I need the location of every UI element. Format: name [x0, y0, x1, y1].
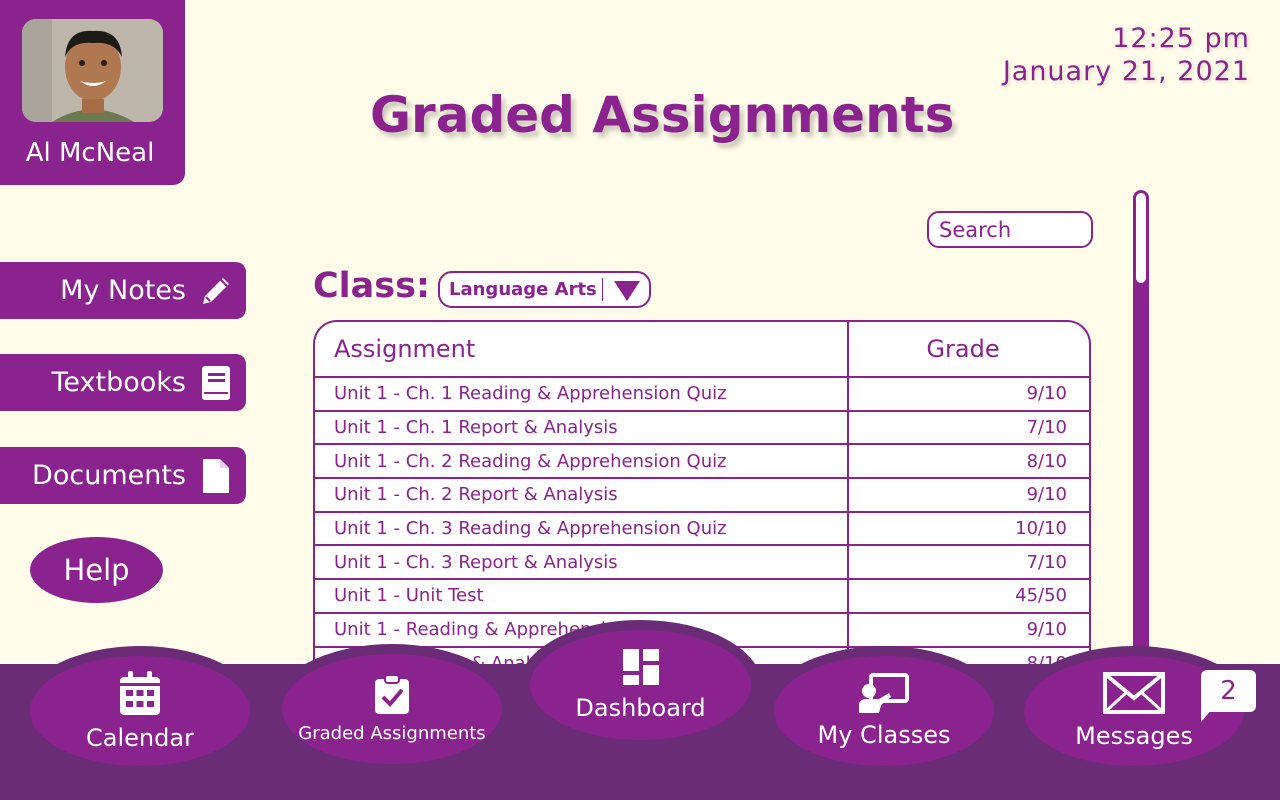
sidebar-item-label: My Notes: [60, 275, 186, 306]
search-input[interactable]: [927, 211, 1093, 248]
profile-card[interactable]: Al McNeal: [0, 0, 185, 185]
page-title: Graded Assignments: [370, 86, 955, 144]
envelope-icon: [1103, 672, 1165, 718]
document-icon: [198, 458, 234, 494]
table-row[interactable]: Unit 1 - Ch. 2 Reading & Apprehension Qu…: [315, 445, 1089, 480]
table-row[interactable]: Unit 1 - Ch. 2 Report & Analysis 9/10: [315, 479, 1089, 513]
sidebar-item-label: Documents: [32, 460, 186, 491]
cell-grade: 7/10: [1026, 417, 1067, 439]
nav-label: Graded Assignments: [298, 722, 486, 744]
cell-grade: 10/10: [1015, 518, 1067, 540]
cell-grade: 9/10: [1026, 383, 1067, 405]
nav-label: Messages: [1075, 722, 1193, 750]
cell-grade: 9/10: [1026, 484, 1067, 506]
table-header: Assignment Grade: [315, 322, 1089, 378]
table-row[interactable]: Unit 1 - Ch. 1 Report & Analysis 7/10: [315, 411, 1089, 446]
cell-assignment: Unit 1 - Ch. 2 Report & Analysis: [315, 479, 849, 511]
messages-count-badge: 2: [1201, 670, 1256, 712]
avatar: [22, 19, 163, 122]
clock-date: January 21, 2021: [1002, 56, 1250, 87]
nav-label: Calendar: [86, 724, 194, 752]
class-select-value: Language Arts: [449, 279, 597, 300]
class-label: Class:: [313, 266, 430, 306]
sidebar-item-documents[interactable]: Documents: [0, 447, 246, 504]
badge-tail: [1201, 708, 1213, 722]
dashboard-icon: [622, 648, 660, 690]
profile-name: Al McNeal: [25, 138, 155, 168]
table-row[interactable]: Unit 1 - Ch. 3 Reading & Apprehension Qu…: [315, 512, 1089, 547]
teacher-board-icon: [859, 673, 909, 717]
cell-grade: 7/10: [1026, 551, 1067, 573]
select-divider: [602, 278, 603, 301]
table-row[interactable]: Unit 1 - Ch. 3 Report & Analysis 7/10: [315, 546, 1089, 581]
clipboard-check-icon: [374, 673, 410, 719]
book-icon: [198, 365, 234, 401]
table-row[interactable]: Unit 1 - Ch. 1 Reading & Apprehension Qu…: [315, 378, 1089, 412]
assignments-table: Assignment Grade Unit 1 - Ch. 1 Reading …: [313, 320, 1091, 664]
cell-grade: 45/50: [1015, 585, 1067, 607]
table-row[interactable]: Unit 1 - Unit Test 45/50: [315, 580, 1089, 614]
cell-assignment: Unit 1 - Ch. 3 Report & Analysis: [315, 546, 849, 579]
nav-graded-assignments[interactable]: Graded Assignments: [282, 654, 502, 764]
help-button[interactable]: Help: [30, 537, 163, 603]
sidebar-item-label: Textbooks: [51, 367, 187, 398]
nav-dashboard[interactable]: Dashboard: [530, 630, 751, 740]
nav-my-classes[interactable]: My Classes: [774, 656, 994, 766]
nav-calendar[interactable]: Calendar: [30, 656, 250, 766]
class-select[interactable]: Language Arts: [438, 271, 651, 308]
cell-grade: 8/10: [1026, 450, 1067, 472]
cell-assignment: Unit 1 - Ch. 2 Reading & Apprehension Qu…: [315, 445, 849, 478]
header-assignment[interactable]: Assignment: [315, 322, 849, 376]
nav-label: Dashboard: [575, 694, 706, 722]
calendar-icon: [119, 670, 161, 720]
sidebar-item-textbooks[interactable]: Textbooks: [0, 354, 246, 411]
header-grade[interactable]: Grade: [849, 335, 1089, 363]
cell-grade: 9/10: [1026, 619, 1067, 641]
scrollbar-thumb[interactable]: [1135, 192, 1147, 284]
clock-time: 12:25 pm: [1112, 23, 1250, 54]
sidebar-item-my-notes[interactable]: My Notes: [0, 262, 246, 319]
triangle-down-icon[interactable]: [614, 281, 640, 301]
nav-label: My Classes: [817, 721, 951, 749]
cell-assignment: Unit 1 - Unit Test: [315, 580, 849, 612]
cell-assignment: Unit 1 - Ch. 1 Report & Analysis: [315, 411, 849, 444]
clock: 12:25 pm January 21, 2021: [1003, 22, 1250, 88]
cell-assignment: Unit 1 - Ch. 3 Reading & Apprehension Qu…: [315, 512, 849, 545]
pencil-icon: [198, 273, 234, 309]
cell-assignment: Unit 1 - Ch. 1 Reading & Apprehension Qu…: [315, 378, 849, 410]
